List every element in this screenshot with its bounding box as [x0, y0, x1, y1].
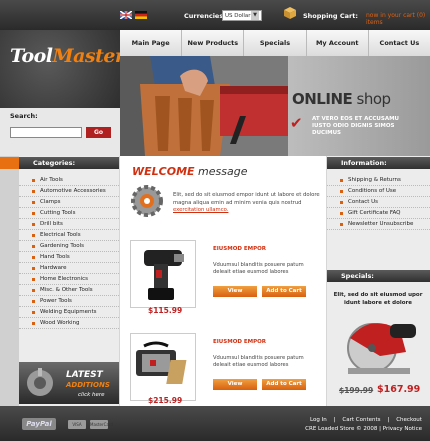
category-item[interactable]: Wood Working: [19, 318, 119, 329]
nav-contact-us[interactable]: Contact Us: [369, 30, 430, 56]
hero-title-bold: ONLINE: [292, 90, 353, 108]
product-description: Vduumsul blanditis posuere patum deleait…: [213, 355, 304, 368]
info-item[interactable]: Conditions of Use: [327, 186, 430, 197]
categories-header: Categories:: [0, 157, 119, 169]
welcome-link[interactable]: exercitation ullamco.: [173, 207, 228, 213]
welcome-title-em: WELCOME: [132, 165, 195, 178]
hero-subtitle: AT VERO EOS ET ACCUSAMU IUSTO ODIO DIGNI…: [312, 116, 400, 136]
footer-separator: |: [333, 417, 336, 423]
gear-icon: [131, 185, 163, 217]
logo[interactable]: ToolMaster: [10, 45, 125, 67]
logo-area: [0, 30, 120, 108]
view-button[interactable]: View: [213, 379, 257, 390]
info-item[interactable]: Contact Us: [327, 197, 430, 208]
info-item[interactable]: Newsletter Unsubscribe: [327, 219, 430, 230]
logo-part-2: Master: [52, 45, 125, 67]
info-item[interactable]: Gift Certificate FAQ: [327, 208, 430, 219]
toolbelt-image-icon: [120, 56, 288, 156]
footer-cart-link[interactable]: Cart Contents: [342, 417, 380, 423]
power-tool-icon: [136, 341, 187, 384]
nav-my-account[interactable]: My Account: [307, 30, 369, 56]
currencies-label: Currencies:: [184, 12, 226, 20]
categories-list: Air Tools Automotive Accessories Clamps …: [19, 175, 119, 329]
cart-box-icon[interactable]: [283, 6, 297, 20]
specials-header: Specials:: [327, 270, 430, 282]
product-title[interactable]: EIUSMOD EMPOR: [213, 246, 266, 252]
left-band: [0, 156, 19, 406]
german-flag-icon[interactable]: [135, 11, 147, 19]
welcome-text: Elit, sed do sit eiusmod empor idunt ut …: [173, 192, 321, 215]
categories-header-label: Categories:: [33, 159, 76, 167]
search-go-button[interactable]: Go: [86, 127, 111, 138]
welcome-title-rest: message: [194, 165, 248, 178]
search-input[interactable]: [10, 127, 82, 138]
latest-click-link[interactable]: click here: [78, 392, 105, 398]
tools-icon: [27, 368, 53, 396]
search-label: Search:: [10, 112, 38, 120]
hero-title-light: shop: [352, 90, 392, 108]
info-item[interactable]: Shipping & Returns: [327, 175, 430, 186]
product-description: Vduumsul blanditis posuere patum deleait…: [213, 262, 304, 275]
footer-copyright: CRE Loaded Store © 2008 | Privacy Notice: [305, 426, 422, 432]
footer: [0, 406, 430, 441]
latest-line-1: LATEST: [66, 370, 103, 380]
category-item[interactable]: Gardening Tools: [19, 241, 119, 252]
accent-tab: [0, 157, 19, 169]
currency-select[interactable]: US Dollar ▼: [222, 10, 262, 21]
circular-saw-icon[interactable]: [340, 308, 420, 378]
product-title[interactable]: EIUSMOD EMPOR: [213, 339, 266, 345]
chevron-down-icon: ▼: [251, 11, 259, 20]
product-price: $115.99: [148, 306, 183, 315]
welcome-title: WELCOME message: [132, 165, 247, 178]
logo-part-1: Tool: [10, 45, 53, 67]
main-nav: Main Page New Products Specials My Accou…: [120, 30, 430, 56]
cart-label: Shopping Cart:: [303, 12, 358, 20]
visa-card-icon: VISA: [68, 420, 86, 429]
special-new-price: $167.99: [377, 384, 421, 395]
category-item[interactable]: Air Tools: [19, 175, 119, 186]
mastercard-icon: MasterCard: [90, 420, 114, 429]
category-item[interactable]: Automotive Accessories: [19, 186, 119, 197]
nav-new-products[interactable]: New Products: [182, 30, 245, 56]
cart-contents-link[interactable]: now in your cart (0) items: [366, 12, 430, 26]
welcome-body: Elit, sed do sit eiusmod empor idunt ut …: [173, 192, 320, 206]
impact-driver-icon: [144, 250, 184, 300]
information-header: Information:: [327, 157, 430, 169]
information-list: Shipping & Returns Conditions of Use Con…: [327, 175, 430, 230]
nav-main-page[interactable]: Main Page: [120, 30, 183, 56]
category-item[interactable]: Hand Tools: [19, 252, 119, 263]
category-item[interactable]: Hardware: [19, 263, 119, 274]
category-item[interactable]: Cutting Tools: [19, 208, 119, 219]
category-item[interactable]: Clamps: [19, 197, 119, 208]
footer-checkout-link[interactable]: Checkout: [396, 417, 422, 423]
view-button[interactable]: View: [213, 286, 257, 297]
special-product-name[interactable]: Elit, sed do sit eiusmod upor idunt labo…: [333, 292, 423, 307]
footer-links: Log In | Cart Contents | Checkout: [310, 417, 422, 423]
category-item[interactable]: Electrical Tools: [19, 230, 119, 241]
uk-flag-icon[interactable]: [120, 11, 132, 19]
category-item[interactable]: Power Tools: [19, 296, 119, 307]
category-item[interactable]: Misc. & Other Tools: [19, 285, 119, 296]
add-to-cart-button[interactable]: Add to Cart: [262, 379, 306, 390]
paypal-logo: PayPal: [22, 418, 56, 430]
checkmark-icon: ✔: [290, 114, 303, 132]
nav-specials[interactable]: Specials: [244, 30, 307, 56]
footer-separator: |: [387, 417, 390, 423]
hero-title: ONLINE shop: [292, 90, 391, 108]
add-to-cart-button[interactable]: Add to Cart: [262, 286, 306, 297]
product-price: $215.99: [148, 396, 183, 405]
footer-login-link[interactable]: Log In: [310, 417, 327, 423]
currency-value: US Dollar: [225, 12, 251, 19]
special-old-price: $199.99: [339, 386, 374, 395]
category-item[interactable]: Welding Equipments: [19, 307, 119, 318]
category-item[interactable]: Drill bits: [19, 219, 119, 230]
latest-line-2: ADDITIONS: [66, 381, 110, 389]
category-item[interactable]: Home Electronics: [19, 274, 119, 285]
